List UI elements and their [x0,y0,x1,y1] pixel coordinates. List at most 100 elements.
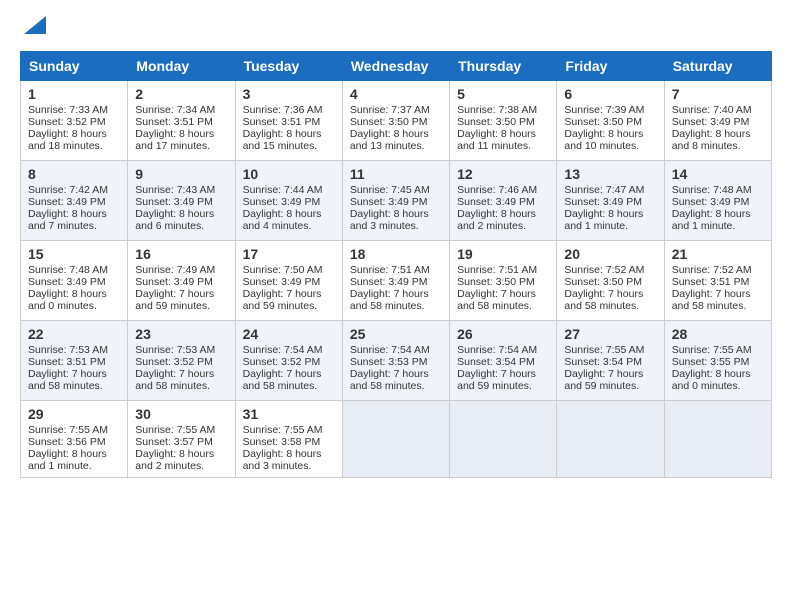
day-number: 6 [564,86,656,102]
header [20,18,772,41]
empty-cell [664,401,771,478]
day-number: 25 [350,326,442,342]
daylight-line: Daylight: 7 hours and 59 minutes. [457,368,549,392]
sunset-line: Sunset: 3:49 PM [243,196,335,208]
sunrise-line: Sunrise: 7:52 AM [672,264,764,276]
day-cell-16: 16Sunrise: 7:49 AMSunset: 3:49 PMDayligh… [128,241,235,321]
day-cell-13: 13Sunrise: 7:47 AMSunset: 3:49 PMDayligh… [557,161,664,241]
daylight-line: Daylight: 7 hours and 58 minutes. [350,288,442,312]
sunrise-line: Sunrise: 7:51 AM [350,264,442,276]
sunset-line: Sunset: 3:49 PM [135,276,227,288]
sunrise-line: Sunrise: 7:48 AM [28,264,120,276]
day-cell-7: 7Sunrise: 7:40 AMSunset: 3:49 PMDaylight… [664,81,771,161]
calendar-week-2: 8Sunrise: 7:42 AMSunset: 3:49 PMDaylight… [21,161,772,241]
sunset-line: Sunset: 3:49 PM [28,196,120,208]
col-header-wednesday: Wednesday [342,52,449,81]
sunset-line: Sunset: 3:49 PM [457,196,549,208]
daylight-line: Daylight: 8 hours and 18 minutes. [28,128,120,152]
sunrise-line: Sunrise: 7:53 AM [135,344,227,356]
daylight-line: Daylight: 8 hours and 1 minute. [28,448,120,472]
daylight-line: Daylight: 8 hours and 7 minutes. [28,208,120,232]
daylight-line: Daylight: 8 hours and 1 minute. [672,208,764,232]
day-number: 15 [28,246,120,262]
daylight-line: Daylight: 8 hours and 2 minutes. [457,208,549,232]
daylight-line: Daylight: 8 hours and 13 minutes. [350,128,442,152]
col-header-saturday: Saturday [664,52,771,81]
day-cell-22: 22Sunrise: 7:53 AMSunset: 3:51 PMDayligh… [21,321,128,401]
sunset-line: Sunset: 3:49 PM [672,116,764,128]
day-cell-19: 19 Sunrise: 7:51 AMSunset: 3:50 PMDayligh… [450,241,557,321]
day-cell-9: 9Sunrise: 7:43 AMSunset: 3:49 PMDaylight… [128,161,235,241]
sunset-line: Sunset: 3:51 PM [672,276,764,288]
sunset-line: Sunset: 3:51 PM [243,116,335,128]
sunrise-line: Sunrise: 7:45 AM [350,184,442,196]
day-number: 7 [672,86,764,102]
sunset-line: Sunset: 3:49 PM [243,276,335,288]
day-number: 30 [135,406,227,422]
day-number: 29 [28,406,120,422]
daylight-line: Daylight: 8 hours and 15 minutes. [243,128,335,152]
sunset-line: Sunset: 3:52 PM [243,356,335,368]
sunrise-line: Sunrise: 7:51 AM [457,264,549,276]
daylight-line: Daylight: 7 hours and 58 minutes. [564,288,656,312]
sunset-line: Sunset: 3:50 PM [350,116,442,128]
sunset-line: Sunset: 3:49 PM [564,196,656,208]
day-cell-14: 14Sunrise: 7:48 AMSunset: 3:49 PMDayligh… [664,161,771,241]
sunrise-line: Sunrise: 7:33 AM [28,104,120,116]
calendar-header-row: SundayMondayTuesdayWednesdayThursdayFrid… [21,52,772,81]
col-header-sunday: Sunday [21,52,128,81]
sunrise-line: Sunrise: 7:47 AM [564,184,656,196]
calendar-week-5: 29Sunrise: 7:55 AMSunset: 3:56 PMDayligh… [21,401,772,478]
sunrise-line: Sunrise: 7:40 AM [672,104,764,116]
daylight-line: Daylight: 7 hours and 59 minutes. [243,288,335,312]
sunrise-line: Sunrise: 7:55 AM [135,424,227,436]
sunrise-line: Sunrise: 7:55 AM [243,424,335,436]
sunrise-line: Sunrise: 7:34 AM [135,104,227,116]
sunset-line: Sunset: 3:52 PM [135,356,227,368]
daylight-line: Daylight: 8 hours and 4 minutes. [243,208,335,232]
sunset-line: Sunset: 3:50 PM [457,276,549,288]
day-cell-1: 1Sunrise: 7:33 AMSunset: 3:52 PMDaylight… [21,81,128,161]
calendar-table: SundayMondayTuesdayWednesdayThursdayFrid… [20,51,772,478]
sunrise-line: Sunrise: 7:53 AM [28,344,120,356]
day-number: 27 [564,326,656,342]
day-cell-31: 31Sunrise: 7:55 AMSunset: 3:58 PMDayligh… [235,401,342,478]
day-number: 13 [564,166,656,182]
day-cell-24: 24Sunrise: 7:54 AMSunset: 3:52 PMDayligh… [235,321,342,401]
logo [20,18,46,41]
sunrise-line: Sunrise: 7:55 AM [672,344,764,356]
sunrise-line: Sunrise: 7:54 AM [457,344,549,356]
daylight-line: Daylight: 7 hours and 58 minutes. [457,288,549,312]
calendar-week-4: 22Sunrise: 7:53 AMSunset: 3:51 PMDayligh… [21,321,772,401]
empty-cell [557,401,664,478]
page: SundayMondayTuesdayWednesdayThursdayFrid… [0,0,792,488]
sunrise-line: Sunrise: 7:55 AM [28,424,120,436]
sunrise-line: Sunrise: 7:38 AM [457,104,549,116]
daylight-line: Daylight: 7 hours and 59 minutes. [135,288,227,312]
day-number: 3 [243,86,335,102]
day-cell-3: 3Sunrise: 7:36 AMSunset: 3:51 PMDaylight… [235,81,342,161]
sunrise-line: Sunrise: 7:46 AM [457,184,549,196]
sunrise-line: Sunrise: 7:48 AM [672,184,764,196]
day-cell-30: 30Sunrise: 7:55 AMSunset: 3:57 PMDayligh… [128,401,235,478]
sunrise-line: Sunrise: 7:54 AM [243,344,335,356]
sunset-line: Sunset: 3:49 PM [672,196,764,208]
daylight-line: Daylight: 7 hours and 58 minutes. [350,368,442,392]
day-cell-12: 12Sunrise: 7:46 AMSunset: 3:49 PMDayligh… [450,161,557,241]
day-number: 1 [28,86,120,102]
day-cell-25: 25Sunrise: 7:54 AMSunset: 3:53 PMDayligh… [342,321,449,401]
daylight-line: Daylight: 8 hours and 3 minutes. [350,208,442,232]
day-number: 31 [243,406,335,422]
sunrise-line: Sunrise: 7:42 AM [28,184,120,196]
day-cell-23: 23Sunrise: 7:53 AMSunset: 3:52 PMDayligh… [128,321,235,401]
day-number: 18 [350,246,442,262]
daylight-line: Daylight: 8 hours and 11 minutes. [457,128,549,152]
daylight-line: Daylight: 7 hours and 58 minutes. [135,368,227,392]
sunset-line: Sunset: 3:50 PM [564,116,656,128]
day-cell-11: 11Sunrise: 7:45 AMSunset: 3:49 PMDayligh… [342,161,449,241]
day-cell-17: 17Sunrise: 7:50 AMSunset: 3:49 PMDayligh… [235,241,342,321]
sunset-line: Sunset: 3:56 PM [28,436,120,448]
col-header-thursday: Thursday [450,52,557,81]
day-number: 19 [457,246,549,262]
day-cell-8: 8Sunrise: 7:42 AMSunset: 3:49 PMDaylight… [21,161,128,241]
